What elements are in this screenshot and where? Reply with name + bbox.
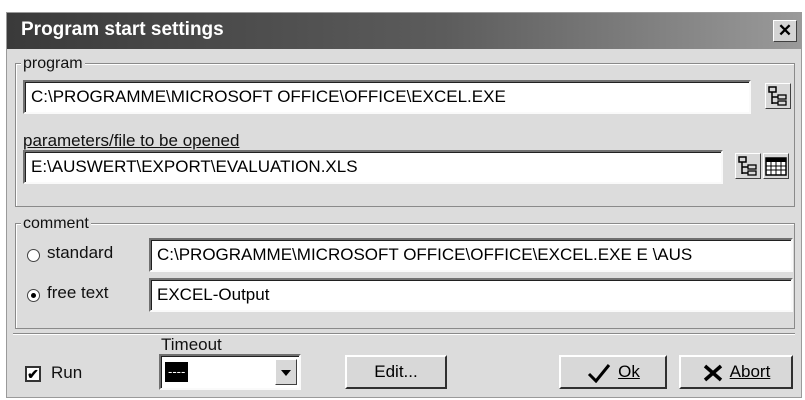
program-legend: program [21,55,85,72]
run-label[interactable]: Run [51,363,82,383]
comment-legend: comment [21,215,91,232]
free-text-label[interactable]: free text [47,283,108,303]
dropdown-arrow-icon [281,370,291,376]
standard-label[interactable]: standard [47,243,113,263]
close-icon: ✕ [777,21,793,40]
timeout-label: Timeout [161,335,222,354]
browse-tree-icon [738,156,757,176]
footer-separator [13,333,795,335]
program-start-dialog: Program start settings ✕ program C:\PROG… [6,12,802,398]
abort-button[interactable]: Abort [679,355,793,389]
program-path-field[interactable]: C:\PROGRAMME\MICROSOFT OFFICE\OFFICE\EXC… [23,80,751,114]
close-button[interactable]: ✕ [773,20,797,42]
params-browse-button[interactable] [735,153,761,179]
cross-icon [703,364,722,381]
timeout-select[interactable]: ---- [159,354,301,390]
edit-button[interactable]: Edit... [345,355,447,389]
free-text-radio[interactable] [27,289,40,302]
calendar-icon [765,157,787,176]
program-browse-button[interactable] [765,83,791,109]
checkmark-icon: ✔ [27,366,39,382]
calendar-button[interactable] [763,153,789,179]
abort-label: Abort [729,362,771,381]
timeout-value: ---- [165,362,189,382]
standard-radio[interactable] [27,249,40,262]
radio-selected-dot [31,293,36,298]
checkmark-icon [588,363,611,383]
ok-label: Ok [618,362,640,381]
standard-comment-field[interactable]: C:\PROGRAMME\MICROSOFT OFFICE\OFFICE\EXC… [149,238,793,272]
timeout-dropdown-button[interactable] [275,359,297,385]
browse-tree-icon [768,86,787,106]
params-field[interactable]: E:\AUSWERT\EXPORT\EVALUATION.XLS [23,150,723,184]
title-bar[interactable]: Program start settings ✕ [7,13,801,49]
run-checkbox[interactable]: ✔ [25,366,41,382]
params-label: parameters/file to be opened [23,131,240,150]
dialog-title: Program start settings [21,19,224,40]
free-text-field[interactable]: EXCEL-Output [149,278,793,312]
ok-button[interactable]: Ok [559,355,667,389]
